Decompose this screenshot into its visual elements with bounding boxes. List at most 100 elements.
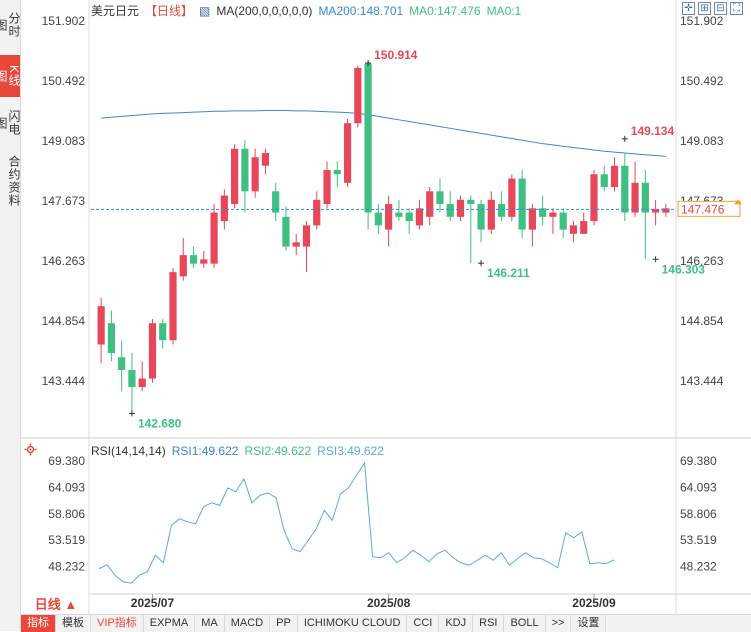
price-annotation: 146.303 [662, 262, 706, 276]
candle-body [343, 123, 352, 183]
time-tick-label: 2025/08 [367, 596, 411, 610]
candle-body [333, 170, 341, 175]
candle-body [528, 208, 536, 230]
candle-body [436, 191, 444, 205]
zoom-out-icon[interactable]: ⊟ [714, 2, 727, 15]
price-annotation: 149.134 [631, 124, 675, 138]
candle-body [549, 212, 557, 217]
price-tick-left: 151.902 [42, 14, 86, 28]
zoom-in-icon[interactable]: ⊞ [698, 2, 711, 15]
price-tick-left: 147.673 [42, 194, 86, 208]
period-select-button[interactable]: 日线 ▲ [24, 597, 88, 613]
ma0-value-2: MA0:1 [486, 4, 522, 18]
price-tick-right: 151.902 [680, 14, 724, 28]
candle-body [97, 306, 105, 345]
candle-body [323, 170, 331, 205]
rsi-tick-right: 53.519 [680, 533, 717, 547]
gear-icon[interactable] [24, 443, 37, 456]
tab-vip-[interactable]: VIP指标 [91, 615, 144, 632]
candle-body [580, 221, 588, 234]
indicator-tab-bar: 指标 模板 VIP指标 EXPMA MA MACD PP ICHIMOKU CLOUD CCI K… [21, 614, 751, 632]
chart-header: 美元日元 【日线】 ▧ MA(200,0,0,0,0,0) MA200:148.701 M… [91, 2, 527, 18]
tab-macd[interactable]: MACD [225, 615, 271, 632]
candle-body [189, 255, 198, 264]
symbol-label: 美元日元 [91, 4, 140, 18]
tab-boll[interactable]: BOLL [504, 615, 546, 632]
tab-kdj[interactable]: KDJ [439, 615, 474, 632]
current-price-label: 147.476 [681, 202, 725, 216]
price-chart: 151.902 151.902 150.492 150.492 149.083 149.0… [21, 0, 751, 614]
price-tick-right: 149.083 [680, 134, 724, 148]
tab-rsi[interactable]: RSI [473, 615, 505, 632]
period-label[interactable]: 【日线】 [145, 4, 193, 18]
candle-body [518, 178, 526, 230]
rsi2-value: RSI2:49.622 [244, 444, 312, 458]
price-tick-left: 144.854 [42, 314, 86, 328]
candle-body [405, 212, 413, 222]
candle-body [128, 370, 136, 388]
tab->>[interactable]: >> [546, 615, 572, 632]
rsi-label[interactable]: RSI(14,14,14) [91, 444, 166, 458]
tab-pp[interactable]: PP [270, 615, 298, 632]
price-tick-left: 149.083 [42, 134, 86, 148]
candle-body [231, 148, 239, 205]
candle-body [395, 212, 403, 217]
candle-body [487, 199, 495, 230]
price-annotation: 150.914 [374, 48, 418, 62]
candle-body [107, 323, 115, 353]
tab-ichimoku-cloud[interactable]: ICHIMOKU CLOUD [298, 615, 408, 632]
candle-body [354, 67, 362, 124]
time-tick-label: 2025/09 [572, 596, 616, 610]
candle-body [456, 199, 465, 217]
candle-body [364, 63, 372, 213]
candle-body [241, 148, 249, 192]
ma200-line [101, 109, 666, 157]
candle-body [621, 165, 629, 213]
candle-body [251, 157, 259, 192]
candle-body [179, 255, 187, 277]
candle-body [415, 208, 424, 226]
rsi-tick-left: 64.093 [48, 480, 85, 494]
candle-body [610, 165, 619, 188]
rsi1-value: RSI1:49.622 [171, 444, 239, 458]
candle-body [641, 182, 649, 213]
period-select-label: 日线 [34, 597, 61, 612]
tab-ma[interactable]: MA [195, 615, 225, 632]
ma-label[interactable]: MA(200,0,0,0,0,0) [216, 4, 312, 18]
candle-body [148, 323, 157, 379]
crosshair-icon[interactable]: ✛ [682, 2, 695, 15]
caret-up-icon: ▲ [64, 597, 78, 612]
candle-body [282, 216, 290, 247]
rsi-tick-left: 48.232 [48, 560, 85, 574]
rsi-tick-right: 69.380 [680, 454, 717, 468]
rsi-tick-right: 48.232 [680, 560, 717, 574]
candle-body [210, 212, 218, 264]
candle-body [426, 191, 434, 217]
tab--[interactable]: 模板 [56, 615, 91, 632]
price-tick-left: 150.492 [42, 74, 86, 88]
candle-body [292, 242, 300, 247]
price-tick-right: 150.492 [680, 74, 724, 88]
rsi-tick-left: 69.380 [48, 454, 85, 468]
fullscreen-icon[interactable]: ⛶ [730, 2, 743, 15]
candle-body [220, 195, 228, 222]
tab--[interactable]: 设置 [571, 615, 607, 632]
tab-expma[interactable]: EXPMA [144, 615, 196, 632]
candle-body [508, 178, 516, 217]
candle-body [261, 153, 270, 166]
candle-body [497, 204, 506, 217]
ma-settings-icon[interactable]: ▧ [199, 4, 210, 18]
candle-body [600, 174, 608, 188]
ma0-value: MA0:147.476 [409, 4, 481, 18]
candle-body [446, 204, 454, 217]
price-annotation: 142.680 [138, 416, 182, 430]
candle-body [569, 225, 578, 234]
price-tick-left: 143.444 [42, 374, 86, 388]
candle-body [159, 323, 167, 341]
tab--[interactable]: 指标 [21, 615, 56, 632]
candle-body [559, 212, 567, 230]
tab-cci[interactable]: CCI [407, 615, 440, 632]
candle-body [467, 199, 475, 205]
rsi-line [98, 461, 615, 584]
candle-body [302, 225, 311, 247]
